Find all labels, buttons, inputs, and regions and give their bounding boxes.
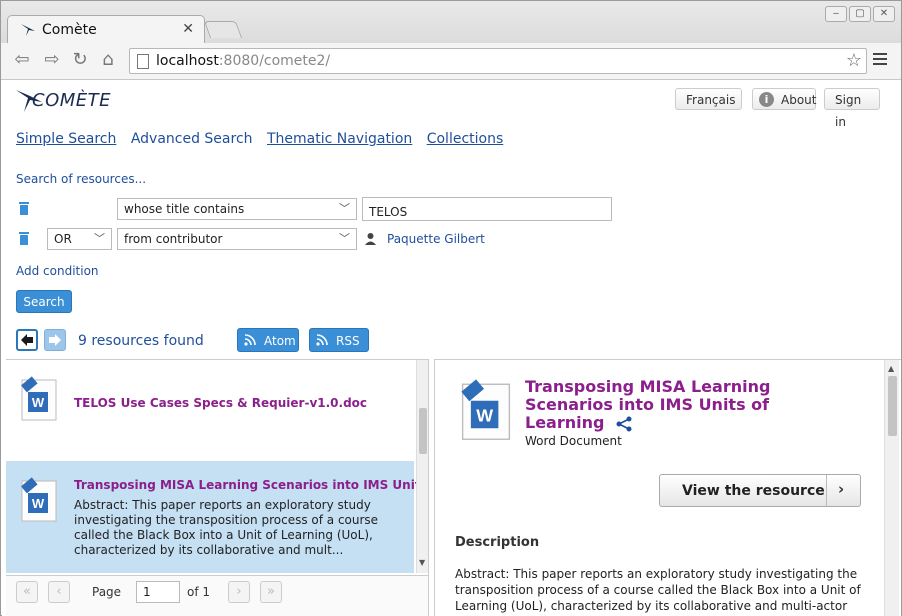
result-item[interactable]: W TELOS Use Cases Specs & Requier-v1.0.d… [6,360,414,440]
nav-simple-search[interactable]: Simple Search [16,131,116,147]
new-tab-button[interactable] [203,21,243,38]
nav-collections[interactable]: Collections [427,131,504,147]
svg-text:W: W [32,395,45,410]
url-text: localhost:8080/comete2/ [156,53,331,69]
scroll-down-icon[interactable]: ▼ [419,558,425,567]
prev-results-button[interactable] [16,329,38,351]
description-text: Abstract: This paper reports an explorat… [455,567,861,613]
chevron-right-icon: › [838,480,845,498]
trash-icon[interactable] [18,231,30,245]
chevron-down-icon: ﹀ [339,202,350,215]
browser-tab[interactable]: Comète ✕ [7,15,205,44]
row1-field-select[interactable]: whose title contains ﹀ [117,198,357,220]
nav-thematic-navigation[interactable]: Thematic Navigation [267,131,412,147]
about-label: About [781,93,817,107]
document-type: Word Document [525,434,622,448]
next-page-icon[interactable]: › [228,581,250,603]
prev-page-icon[interactable]: ‹ [48,581,70,603]
info-icon: i [759,92,774,107]
feed-icon [244,334,256,346]
view-resource-button[interactable]: View the resource › [659,474,861,507]
atom-label: Atom [264,334,296,348]
share-icon[interactable] [616,416,632,432]
arrow-right-icon [49,334,61,346]
svg-text:W: W [32,496,45,511]
back-icon[interactable]: ⇦ [11,49,33,71]
button-divider [826,475,827,506]
detail-scrollbar[interactable]: ▲ [884,360,899,616]
detail-pane: W Transposing MISA Learning Scenarios in… [434,359,901,616]
page-icon [137,54,149,69]
atom-button[interactable]: Atom [237,328,299,352]
browser-toolbar: ⇦ ⇨ ↻ ⌂ localhost:8080/comete2/ ☆ [1,43,901,80]
result-title[interactable]: Transposing MISA Learning Scenarios into… [74,478,428,492]
result-abstract: Abstract: This paper reports an explorat… [74,498,379,557]
view-resource-label: View the resource [682,483,825,499]
word-document-icon: W [461,379,511,440]
results-list-pane: W TELOS Use Cases Specs & Requier-v1.0.d… [6,359,429,616]
svg-text:W: W [476,405,493,425]
comete-favicon-icon [21,24,35,36]
about-button[interactable]: i About [752,88,816,110]
forward-icon[interactable]: ⇨ [41,49,63,71]
first-page-icon[interactable]: « [16,581,38,603]
row2-operator-value: OR [54,232,72,246]
trash-icon[interactable] [18,201,30,215]
page-content: COMÈTE Français i About Sign in Simple S… [2,80,901,616]
chevron-down-icon: ﹀ [94,232,105,245]
nav-advanced-search[interactable]: Advanced Search [131,131,253,147]
row1-value-input[interactable]: TELOS [362,197,612,221]
scrollbar-thumb[interactable] [888,376,897,436]
word-document-icon: W [21,477,57,522]
arrow-left-icon [21,334,33,346]
rss-button[interactable]: RSS [309,328,369,352]
rss-label: RSS [336,334,360,348]
address-bar[interactable]: localhost:8080/comete2/ ☆ [129,48,867,74]
last-page-icon[interactable]: » [260,581,282,603]
browser-window: Comète ✕ ‒ ▢ ✕ ⇦ ⇨ ↻ ⌂ localhost:8080/co… [0,0,902,616]
page-label: Page [92,585,122,599]
detail-title: Transposing MISA Learning Scenarios into… [525,378,845,432]
search-heading: Search of resources... [16,172,147,186]
browser-menu-icon[interactable] [873,53,887,67]
logo-text: COMÈTE [32,90,112,111]
description-heading: Description [455,535,540,550]
contributor-link[interactable]: Paquette Gilbert [387,232,485,246]
signin-button[interactable]: Sign in [824,88,880,129]
results-count: 9 resources found [78,333,204,349]
results-scrollbar[interactable]: ▼ [416,360,428,573]
title-bar: Comète ✕ ‒ ▢ ✕ [1,1,901,44]
minimize-icon[interactable]: ‒ [825,6,847,22]
row2-field-select[interactable]: from contributor ﹀ [117,228,357,250]
scroll-up-icon[interactable]: ▲ [888,364,894,373]
add-condition-link[interactable]: Add condition [16,264,99,278]
detail-title-text: Transposing MISA Learning Scenarios into… [525,377,771,432]
feed-icon [316,334,328,346]
result-item-selected[interactable]: W Transposing MISA Learning Scenarios in… [6,461,428,573]
word-document-icon: W [21,376,57,421]
reload-icon[interactable]: ↻ [69,49,91,71]
bookmark-star-icon[interactable]: ☆ [846,50,862,71]
next-results-button[interactable] [44,329,66,351]
person-icon [365,233,376,245]
home-icon[interactable]: ⌂ [97,49,119,71]
pagination: « ‹ Page 1 of 1 › » [6,575,428,616]
tab-title: Comète [42,22,97,38]
main-nav: Simple Search Advanced Search Thematic N… [16,131,513,147]
tab-close-icon[interactable]: ✕ [182,21,194,37]
search-button[interactable]: Search [16,290,72,313]
scrollbar-thumb[interactable] [419,408,427,454]
page-total: of 1 [187,585,211,599]
maximize-icon[interactable]: ▢ [849,6,871,22]
chevron-down-icon: ﹀ [339,232,350,245]
page-number-input[interactable]: 1 [136,581,180,603]
row2-field-value: from contributor [124,232,223,246]
row2-operator-select[interactable]: OR ﹀ [47,228,112,250]
language-button[interactable]: Français [675,88,742,110]
result-title[interactable]: TELOS Use Cases Specs & Requier-v1.0.doc [74,396,367,410]
row1-field-value: whose title contains [124,202,245,216]
window-close-icon[interactable]: ✕ [873,6,895,22]
